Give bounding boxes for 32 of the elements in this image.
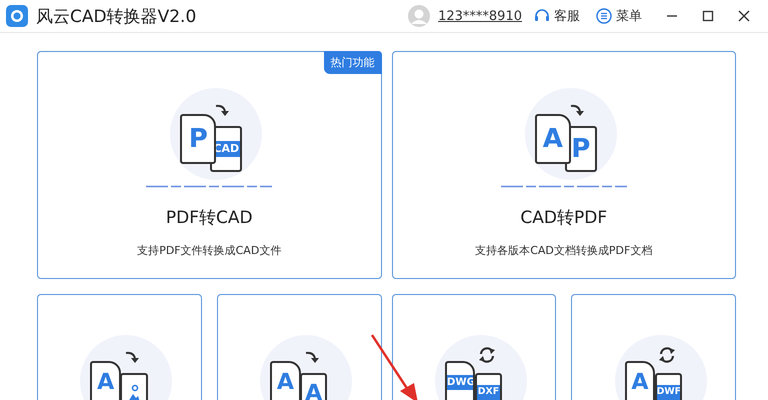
curved-arrow-icon bbox=[304, 349, 320, 365]
image-icon bbox=[126, 382, 141, 400]
icon-letter: P bbox=[571, 136, 590, 162]
curved-arrow-icon bbox=[568, 102, 585, 118]
tool-card[interactable]: A A bbox=[216, 294, 382, 400]
menu-button[interactable]: 菜单 bbox=[596, 7, 642, 25]
icon-letter: A bbox=[276, 371, 294, 394]
curved-arrow-icon bbox=[214, 102, 230, 118]
card-description: 支持各版本CAD文档转换成PDF文档 bbox=[475, 243, 652, 258]
maximize-icon bbox=[702, 10, 714, 22]
card-title: CAD转PDF bbox=[520, 207, 608, 229]
sync-icon bbox=[656, 345, 677, 365]
sync-icon bbox=[476, 345, 497, 365]
account-link[interactable]: 123****8910 bbox=[438, 8, 522, 24]
app-logo-icon bbox=[6, 5, 28, 27]
icon-letter: A bbox=[542, 126, 563, 152]
close-icon bbox=[738, 10, 750, 22]
icon-letter: A bbox=[631, 371, 648, 394]
icon-letter: P bbox=[188, 126, 208, 152]
window-title: 风云CAD转换器V2.0 bbox=[36, 6, 198, 28]
card-description: 支持PDF文件转换成CAD文件 bbox=[137, 243, 282, 258]
support-button[interactable]: 客服 bbox=[534, 7, 580, 25]
headset-icon bbox=[534, 8, 550, 24]
icon-label: DXF bbox=[476, 385, 500, 400]
icon-letter: A bbox=[97, 371, 114, 394]
icon-letter: A bbox=[305, 382, 322, 400]
menu-icon bbox=[596, 8, 612, 24]
curved-arrow-icon bbox=[124, 349, 140, 365]
feature-card[interactable]: A P CAD转PDF 支持各版本CAD文档转换成PDF文档 bbox=[392, 51, 736, 279]
tool-card[interactable]: A bbox=[37, 294, 202, 400]
card-title: PDF转CAD bbox=[166, 207, 253, 229]
hot-badge: 热门功能 bbox=[324, 51, 382, 74]
